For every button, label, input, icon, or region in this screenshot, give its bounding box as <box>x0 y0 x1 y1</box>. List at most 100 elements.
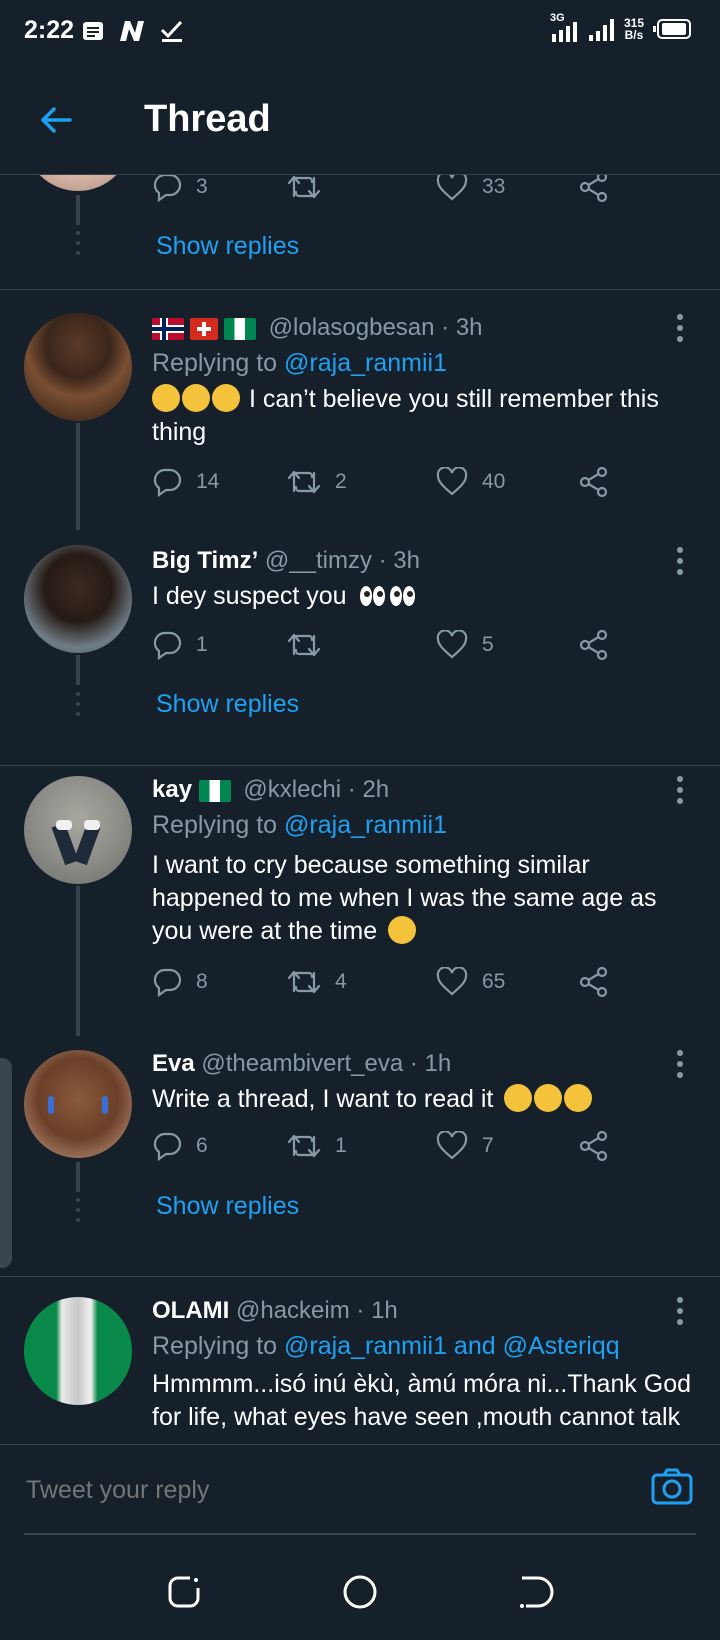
more-icon[interactable] <box>670 314 690 344</box>
tweet-author-name[interactable]: Eva <box>152 1050 195 1077</box>
thread-line <box>76 886 80 1036</box>
camera-icon[interactable] <box>650 1467 694 1507</box>
tweet-header: OLAMI @hackeim · 1h <box>152 1297 398 1325</box>
tweet-author-name[interactable]: Big Timz’ <box>152 547 258 574</box>
eyes-emoji <box>358 584 418 617</box>
tweet-header: Big Timz’ @__timzy · 3h <box>152 547 420 575</box>
tweet-text: I can’t believe you still remember this … <box>152 383 697 449</box>
more-icon[interactable] <box>670 1050 690 1080</box>
reply-button[interactable]: 1 <box>152 625 208 665</box>
tweet-handle[interactable]: @lolasogbesan <box>269 314 435 341</box>
retweet-button[interactable] <box>287 175 335 207</box>
tweet-handle[interactable]: @__timzy <box>265 547 372 574</box>
retweet-icon <box>287 970 321 994</box>
tweet-text-content: I dey suspect you <box>152 582 347 610</box>
show-replies-link[interactable]: Show replies <box>156 690 299 719</box>
avatar[interactable] <box>24 1050 132 1158</box>
like-button[interactable]: 65 <box>436 962 505 1002</box>
replying-to-link[interactable]: @raja_ranmii1 <box>284 811 447 839</box>
tweet-text: I dey suspect you <box>152 580 697 617</box>
back-arrow-icon[interactable] <box>38 102 74 138</box>
replying-to-link[interactable]: @raja_ranmii1 and @Asteriqq <box>284 1332 620 1360</box>
avatar[interactable] <box>24 313 132 421</box>
avatar[interactable] <box>24 776 132 884</box>
flag-emojis <box>198 779 231 802</box>
retweet-icon <box>287 1134 321 1158</box>
share-icon <box>579 1130 608 1162</box>
reply-icon <box>153 175 182 202</box>
notes-icon <box>83 22 103 40</box>
pleading-face-emoji <box>504 1084 533 1112</box>
tweet-time: · 1h <box>356 1297 398 1324</box>
retweet-button[interactable] <box>287 625 335 665</box>
list-item[interactable]: kay @kxlechi · 2h Replying to @raja_ranm… <box>0 766 720 1036</box>
pleading-face-emoji <box>534 1084 563 1112</box>
show-replies-link[interactable]: Show replies <box>156 1192 299 1221</box>
tweet-author-name[interactable]: kay <box>152 776 192 803</box>
more-icon[interactable] <box>670 1297 690 1327</box>
list-item[interactable]: Eva @theambivert_eva · 1h Write a thread… <box>0 1036 720 1276</box>
share-button[interactable] <box>578 175 610 207</box>
tweet-handle[interactable]: @kxlechi <box>243 776 341 803</box>
retweet-count: 4 <box>335 970 347 993</box>
list-item[interactable]: OLAMI @hackeim · 1h Replying to @raja_ra… <box>0 1277 720 1443</box>
share-button[interactable] <box>578 1126 610 1166</box>
like-icon <box>436 967 468 996</box>
edge-panel-handle[interactable] <box>0 1058 12 1268</box>
like-button[interactable]: 40 <box>436 462 505 502</box>
list-item[interactable]: Big Timz’ @__timzy · 3h I dey suspect yo… <box>0 530 720 765</box>
more-icon[interactable] <box>670 776 690 806</box>
like-count: 5 <box>482 633 494 656</box>
replying-prefix: Replying to <box>152 349 278 377</box>
retweet-icon <box>287 470 321 494</box>
tweet-handle[interactable]: @hackeim <box>236 1297 350 1324</box>
recent-apps-icon[interactable] <box>164 1572 204 1612</box>
signal-3g-icon: 3G <box>550 12 580 44</box>
retweet-count: 2 <box>335 470 347 493</box>
share-button[interactable] <box>578 462 610 502</box>
retweet-button[interactable]: 2 <box>287 462 347 502</box>
share-icon <box>579 966 608 998</box>
tweet-time: · 3h <box>378 547 420 574</box>
back-nav-icon[interactable] <box>516 1572 556 1612</box>
thread-line <box>76 1162 80 1192</box>
reply-button[interactable]: 3 <box>152 175 208 207</box>
share-button[interactable] <box>578 625 610 665</box>
status-time: 2:22 <box>24 16 75 44</box>
thread-line <box>76 195 80 225</box>
tweet-header: Eva @theambivert_eva · 1h <box>152 1050 451 1078</box>
thread-line <box>76 655 80 685</box>
list-item-partial[interactable]: 3 33 Show replies <box>0 175 720 290</box>
retweet-button[interactable]: 4 <box>287 962 347 1002</box>
like-button[interactable]: 33 <box>436 175 505 207</box>
like-count: 7 <box>482 1134 494 1157</box>
page-title: Thread <box>144 98 271 140</box>
share-button[interactable] <box>578 962 610 1002</box>
reply-button[interactable]: 8 <box>152 962 208 1002</box>
avatar[interactable] <box>24 1297 132 1405</box>
share-icon <box>579 629 608 661</box>
avatar[interactable] <box>24 545 132 653</box>
reply-input[interactable] <box>24 1475 628 1506</box>
tweet-handle[interactable]: @theambivert_eva <box>201 1050 403 1077</box>
tweet-author-name[interactable]: OLAMI <box>152 1297 229 1324</box>
like-button[interactable]: 7 <box>436 1126 494 1166</box>
reply-count: 1 <box>196 633 208 656</box>
reply-button[interactable]: 6 <box>152 1126 208 1166</box>
like-button[interactable]: 5 <box>436 625 494 665</box>
reply-button[interactable]: 14 <box>152 462 219 502</box>
replying-to-link[interactable]: @raja_ranmii1 <box>284 349 447 377</box>
list-item[interactable]: @lolasogbesan · 3h Replying to @raja_ran… <box>0 290 720 530</box>
tweet-text: I want to cry because something similar … <box>152 849 697 948</box>
like-icon <box>436 1131 468 1160</box>
more-icon[interactable] <box>670 547 690 577</box>
reply-icon <box>153 1132 182 1161</box>
home-icon[interactable] <box>340 1572 380 1612</box>
app-n-icon <box>120 21 144 41</box>
tweet-header: kay @kxlechi · 2h <box>152 776 389 804</box>
tears-of-joy-emoji <box>212 384 240 412</box>
retweet-button[interactable]: 1 <box>287 1126 347 1166</box>
avatar[interactable] <box>24 175 132 191</box>
show-replies-link[interactable]: Show replies <box>156 232 299 261</box>
reply-count: 3 <box>196 175 208 198</box>
